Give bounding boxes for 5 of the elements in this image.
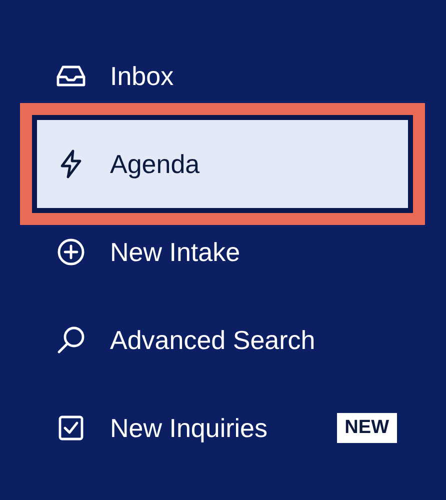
nav-item[interactable]: New Inquiries NEW — [32, 384, 413, 472]
search-icon — [55, 324, 87, 356]
plus-circle-icon — [55, 236, 87, 268]
new-badge: NEW — [336, 413, 397, 443]
nav-item[interactable]: Advanced Search — [32, 296, 413, 384]
